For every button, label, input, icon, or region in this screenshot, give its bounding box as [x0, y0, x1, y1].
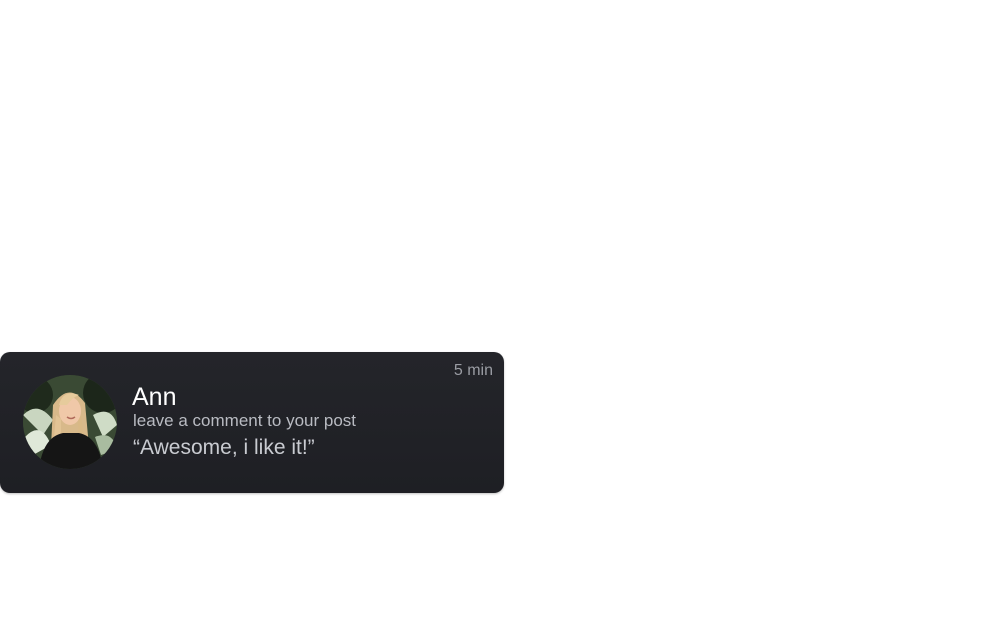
comment-notification-card[interactable]: Ann leave a comment to your post “Awesom… [0, 352, 504, 493]
user-avatar[interactable] [23, 375, 117, 469]
user-avatar-photo-icon [23, 375, 117, 469]
sender-name: Ann [132, 383, 177, 411]
notification-action-text: leave a comment to your post [133, 411, 357, 430]
comment-message-text: “Awesome, i like it!” [133, 436, 315, 459]
notification-timestamp: 5 min [453, 362, 493, 379]
page: Ann leave a comment to your post “Awesom… [0, 0, 1000, 627]
